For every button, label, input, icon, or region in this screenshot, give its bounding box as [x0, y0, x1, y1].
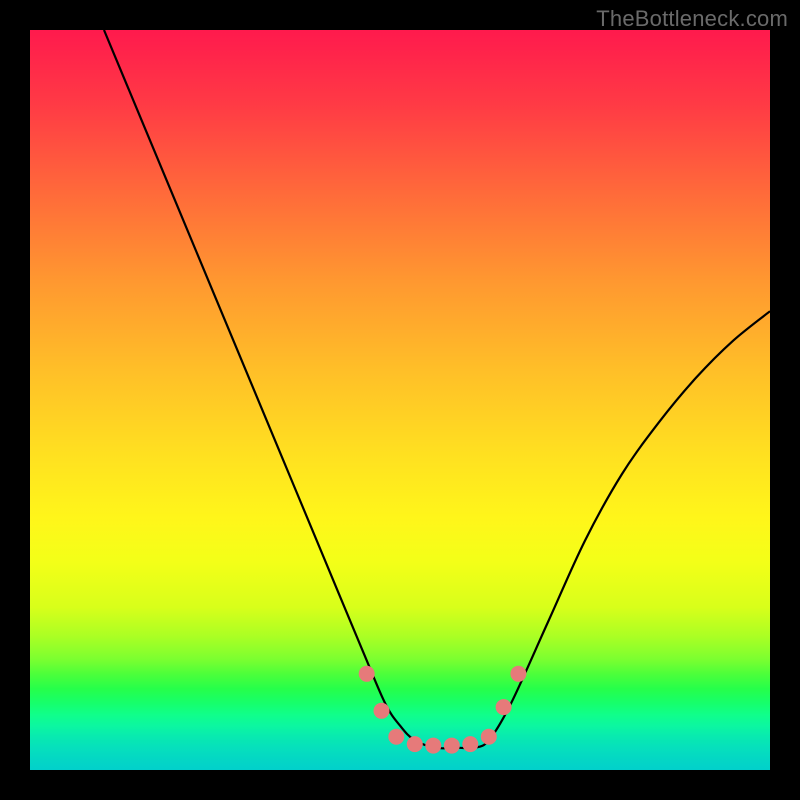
curve-marker	[444, 738, 460, 754]
curve-marker	[388, 729, 404, 745]
bottleneck-curve	[104, 30, 770, 748]
curve-marker	[425, 738, 441, 754]
chart-svg	[30, 30, 770, 770]
curve-marker	[481, 729, 497, 745]
chart-frame: TheBottleneck.com	[0, 0, 800, 800]
curve-marker	[462, 736, 478, 752]
curve-marker	[510, 666, 526, 682]
curve-marker	[407, 736, 423, 752]
curve-marker	[359, 666, 375, 682]
curve-marker	[374, 703, 390, 719]
curve-marker	[496, 699, 512, 715]
marker-group	[359, 666, 527, 754]
plot-area	[30, 30, 770, 770]
watermark-text: TheBottleneck.com	[596, 6, 788, 32]
